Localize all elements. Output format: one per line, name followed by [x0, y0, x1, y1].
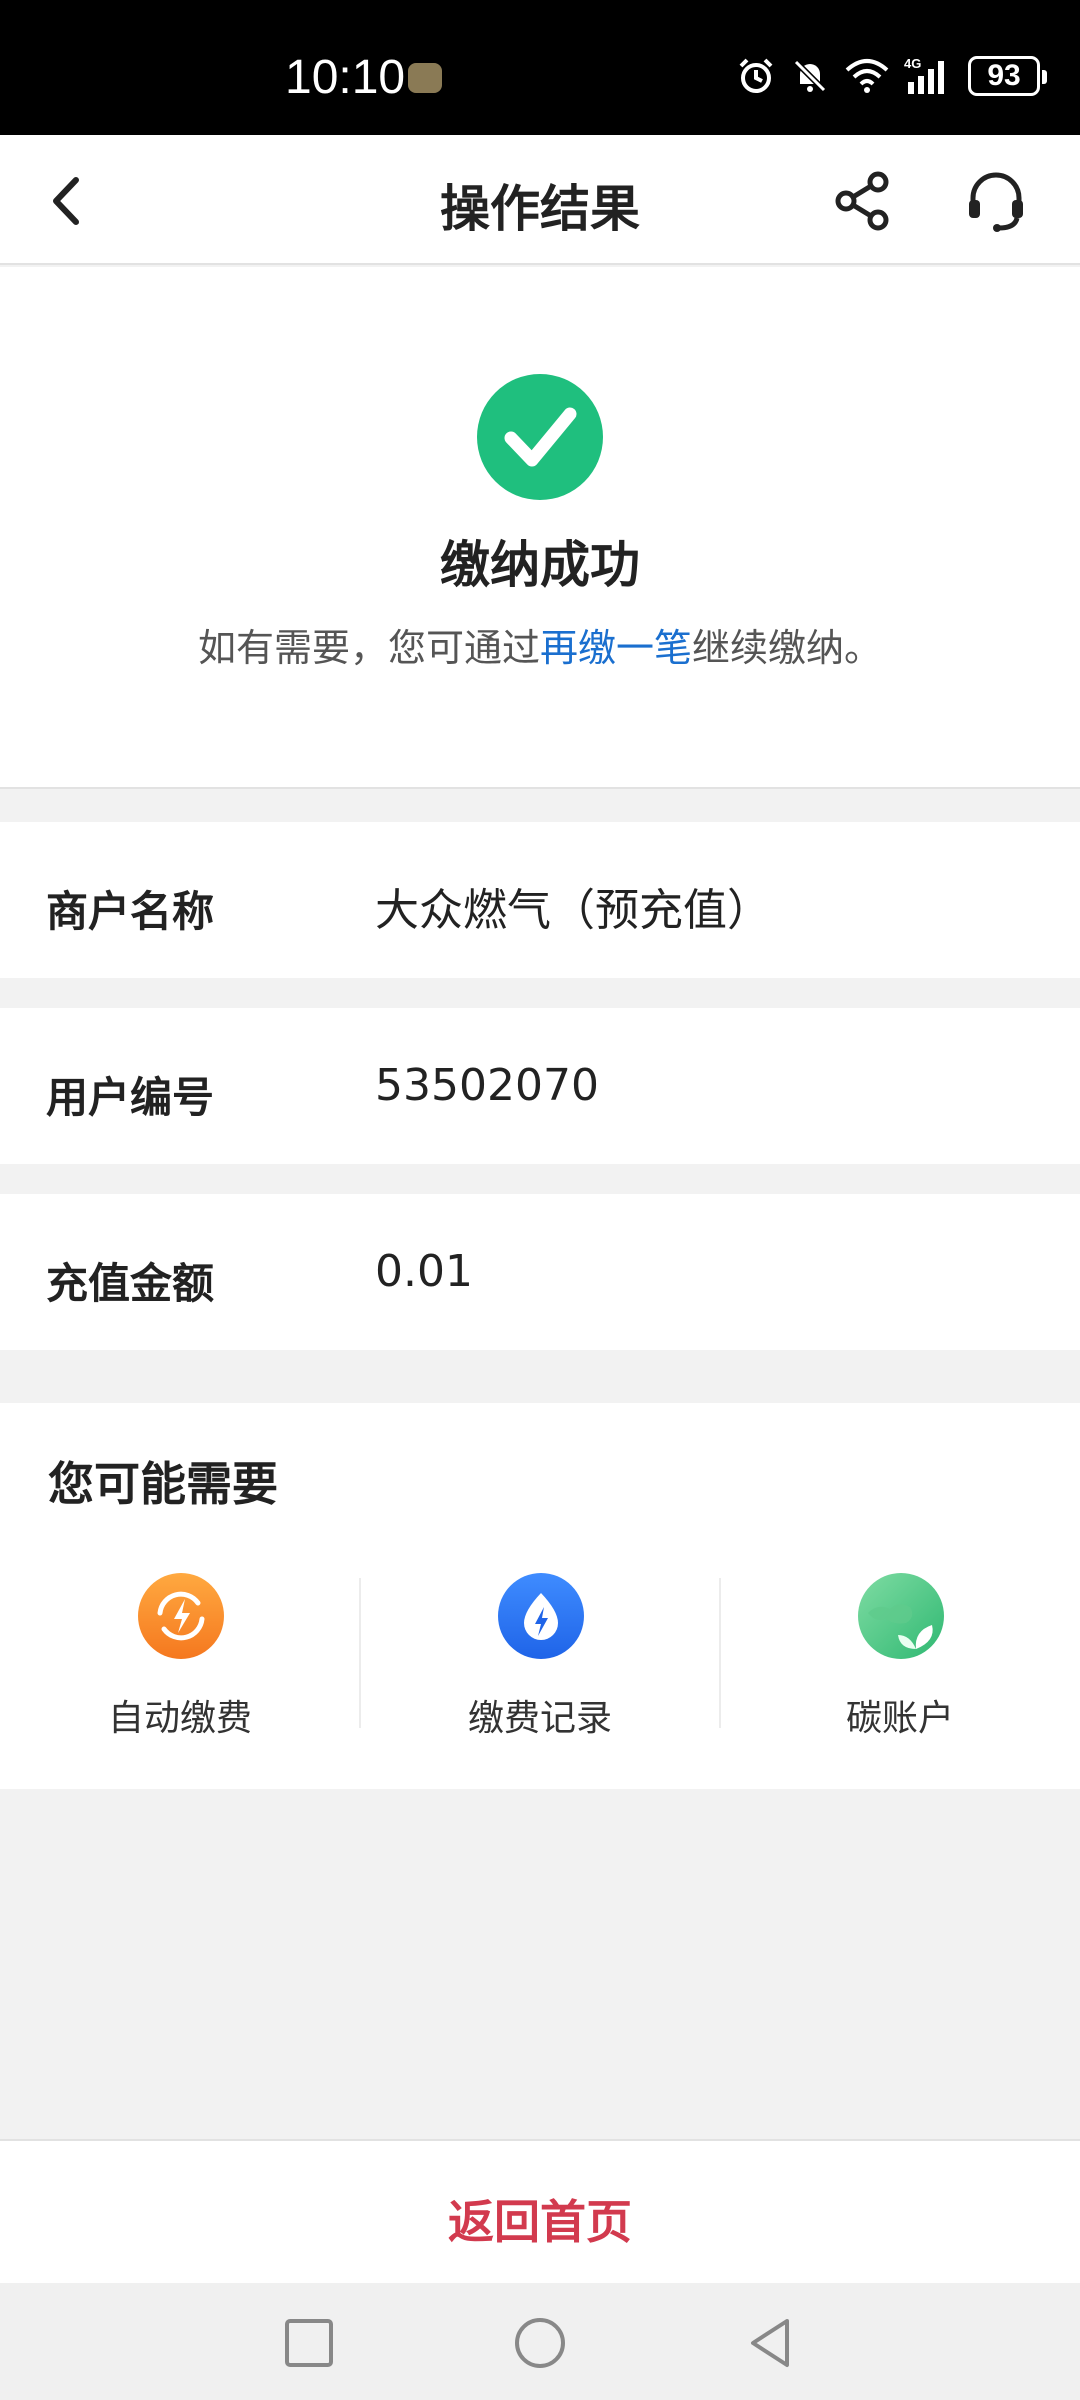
footer-bar: 返回首页	[0, 2139, 1080, 2283]
pay-again-link[interactable]: 再缴一笔	[540, 626, 692, 670]
result-desc-prefix: 如有需要，您可通过	[197, 626, 540, 670]
battery-indicator: 93	[968, 56, 1047, 96]
recent-apps-icon[interactable]	[279, 2313, 339, 2373]
svg-text:4G: 4G	[904, 56, 921, 71]
system-nav-bar	[0, 2283, 1080, 2400]
status-icons: 4G 93	[736, 56, 1047, 96]
result-description: 如有需要，您可通过再缴一笔继续缴纳。	[0, 617, 1080, 672]
merchant-name-label: 商户名称	[46, 887, 215, 936]
payment-record-label: 缴费记录	[467, 1698, 612, 1739]
battery-level: 93	[987, 59, 1021, 92]
back-triangle-icon[interactable]	[741, 2313, 801, 2373]
mute-bell-icon	[793, 59, 827, 93]
return-home-button[interactable]: 返回首页	[0, 2186, 1080, 2252]
customer-service-button[interactable]	[963, 168, 1029, 234]
auto-pay-shortcut[interactable]: 自动缴费	[0, 1573, 360, 1763]
status-bar: 10:10 4G 93	[0, 0, 1080, 135]
recharge-amount-row: 充值金额 0.01	[0, 1194, 1080, 1350]
alarm-icon	[739, 58, 773, 93]
suggestions-card: 您可能需要 自动缴费 缴费记录 碳账户	[0, 1403, 1080, 1789]
carbon-account-label: 碳账户	[845, 1698, 954, 1739]
merchant-name-value: 大众燃气（预充值）	[375, 885, 771, 936]
recharge-amount-label: 充值金额	[46, 1259, 215, 1308]
result-desc-suffix: 继续缴纳。	[692, 626, 883, 670]
auto-pay-icon	[138, 1573, 224, 1659]
carbon-account-shortcut[interactable]: 碳账户	[720, 1573, 1080, 1763]
user-number-label: 用户编号	[46, 1073, 215, 1122]
auto-pay-label: 自动缴费	[107, 1698, 252, 1739]
share-icon	[835, 171, 889, 231]
app-header: 操作结果	[0, 135, 1080, 265]
headset-icon	[969, 172, 1023, 232]
success-check-icon	[477, 374, 603, 500]
user-number-value: 53502070	[375, 1060, 599, 1111]
home-circle-icon[interactable]	[510, 2313, 570, 2373]
page-title: 操作结果	[440, 180, 640, 238]
share-button[interactable]	[830, 168, 896, 234]
signal-4g-icon: 4G	[904, 56, 944, 94]
result-card: 缴纳成功 如有需要，您可通过再缴一笔继续缴纳。	[0, 267, 1080, 789]
merchant-name-row: 商户名称 大众燃气（预充值）	[0, 822, 1080, 978]
payment-record-shortcut[interactable]: 缴费记录	[360, 1573, 720, 1763]
suggestions-title: 您可能需要	[48, 1457, 278, 1511]
user-number-row: 用户编号 53502070	[0, 1008, 1080, 1164]
status-time: 10:10	[285, 51, 406, 104]
message-notification-icon	[408, 63, 442, 93]
result-title: 缴纳成功	[440, 536, 640, 594]
recharge-amount-value: 0.01	[375, 1246, 473, 1297]
carbon-account-icon	[858, 1573, 944, 1659]
payment-record-icon	[498, 1573, 584, 1659]
wifi-icon	[845, 59, 889, 93]
